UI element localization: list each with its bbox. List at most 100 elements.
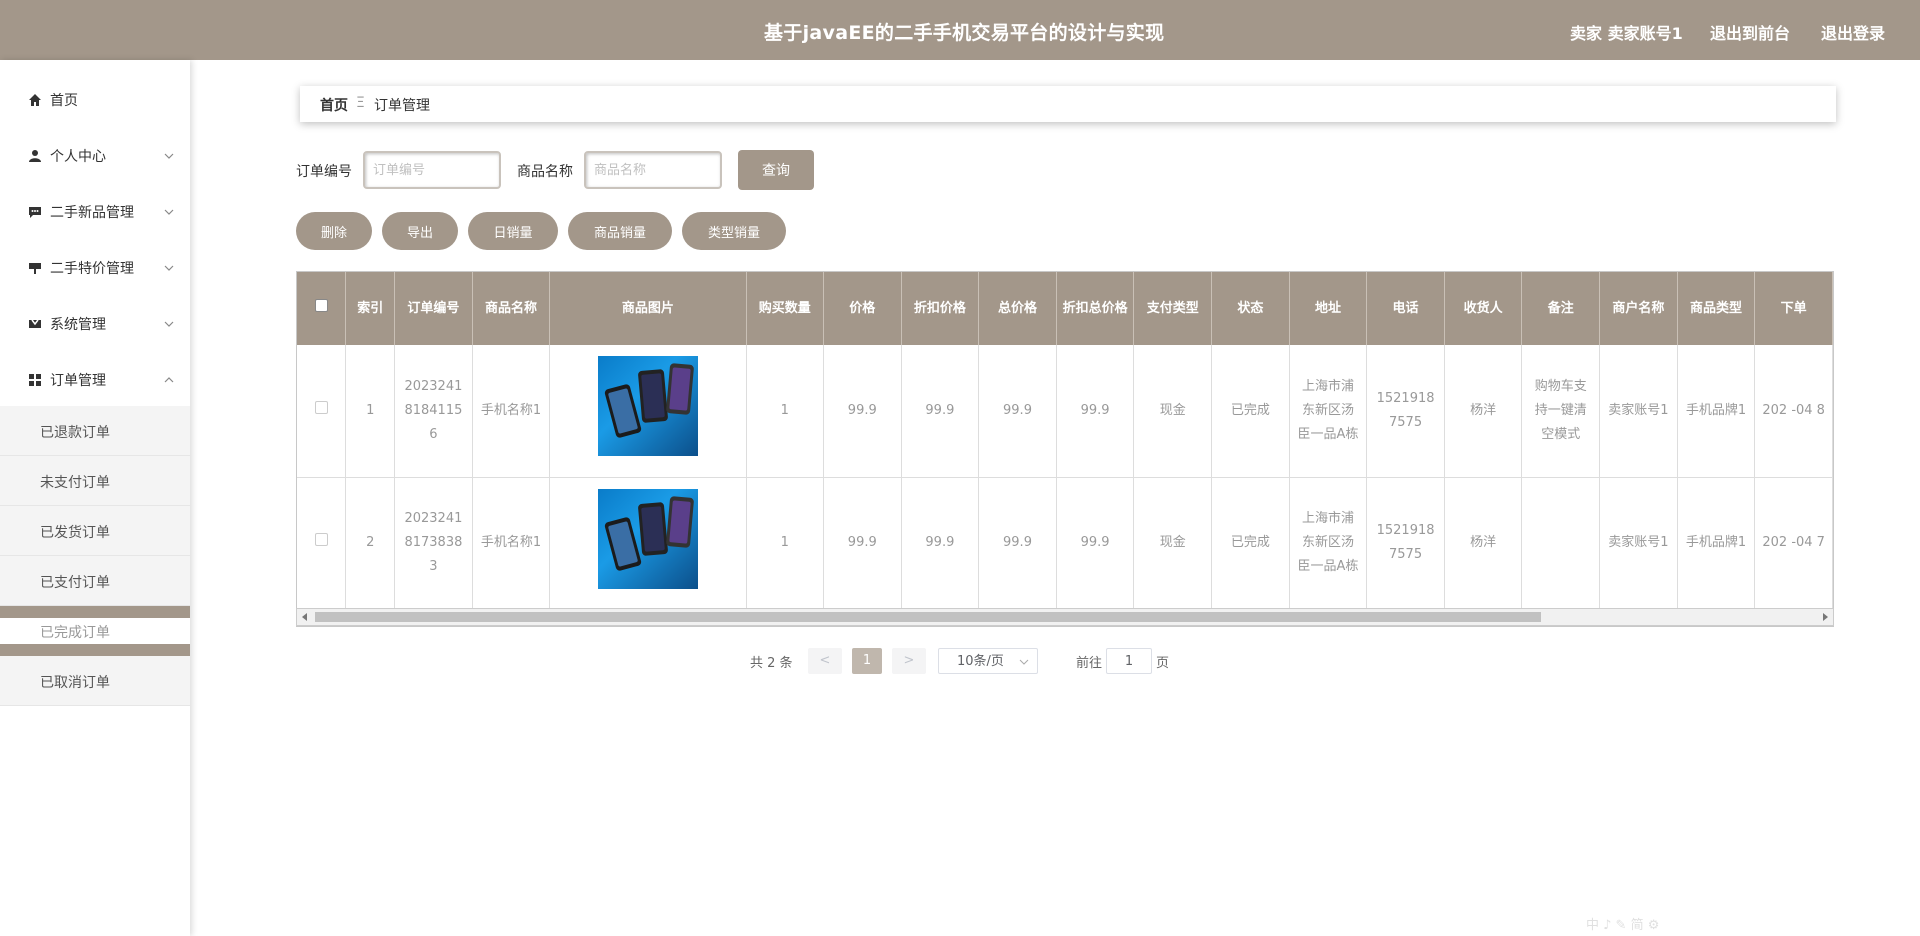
sidebar-item-home[interactable]: 首页 — [0, 72, 190, 128]
sidebar: 首页 个人中心 二手新品管理 二手特价管理 系统管理 订单管理 已退款订单 未支… — [0, 60, 190, 936]
cell-phone: 15219187575 — [1366, 345, 1445, 478]
chat-icon — [29, 207, 41, 218]
sidebar-item-label: 订单管理 — [50, 373, 106, 389]
column-header: 电话 — [1366, 272, 1445, 345]
sidebar-item-new-products[interactable]: 二手新品管理 — [0, 184, 190, 240]
cell-merchant: 卖家账号1 — [1599, 345, 1678, 478]
page-size-value: 10条/页 — [957, 654, 1004, 669]
cell-address: 上海市浦东新区汤臣一品A栋 — [1289, 345, 1368, 478]
chevron-up-icon — [164, 377, 174, 383]
cell-address: 上海市浦东新区汤臣一品A栋 — [1289, 477, 1368, 610]
column-header: 购买数量 — [746, 272, 824, 345]
cell-price: 99.9 — [823, 345, 902, 478]
cell-remark: 购物车支持一键清空模式 — [1521, 345, 1601, 478]
scroll-left-icon[interactable] — [301, 613, 309, 621]
cog-icon — [29, 319, 41, 328]
product-name-label: 商品名称 — [517, 164, 573, 180]
top-header: 基于javaEE的二手手机交易平台的设计与实现 卖家 卖家账号1 退出到前台 退… — [0, 0, 1920, 60]
sub-item-label: 未支付订单 — [40, 475, 110, 491]
column-header: 下单 — [1754, 272, 1833, 345]
sidebar-sub-cancelled[interactable]: 已取消订单 — [0, 656, 190, 706]
chevron-down-icon — [164, 153, 174, 159]
scrollbar-thumb[interactable] — [315, 612, 1541, 622]
app-title: 基于javaEE的二手手机交易平台的设计与实现 — [764, 22, 1165, 44]
sidebar-sub-completed[interactable]: 已完成订单 — [0, 606, 190, 656]
chevron-down-icon — [164, 265, 174, 271]
breadcrumb: 首页 Ξ 订单管理 — [300, 86, 1836, 122]
row-checkbox[interactable] — [314, 533, 328, 546]
cell-price: 99.9 — [823, 477, 902, 610]
cell-product-name: 手机名称1 — [472, 477, 551, 610]
table-row: 1 20232418184115 6 手机名称1 1 99.9 99.9 99.… — [297, 345, 1833, 478]
table-row: 2 20232418173838 3 手机名称1 1 99.9 99.9 99.… — [297, 477, 1833, 610]
chevron-down-icon — [164, 321, 174, 327]
orders-table-wrap: 索引 订单编号 商品名称 商品图片 购买数量 价格 折扣价格 总价格 折扣总价格… — [296, 271, 1834, 627]
breadcrumb-separator: Ξ — [356, 95, 365, 111]
user-icon — [29, 150, 41, 162]
page-1-button[interactable]: 1 — [852, 648, 882, 674]
table-header-row: 索引 订单编号 商品名称 商品图片 购买数量 价格 折扣价格 总价格 折扣总价格… — [297, 272, 1833, 345]
sidebar-item-system[interactable]: 系统管理 — [0, 296, 190, 352]
goto-page-input[interactable]: 1 — [1106, 648, 1152, 674]
sidebar-sub-paid[interactable]: 已支付订单 — [0, 556, 190, 606]
column-header: 价格 — [823, 272, 902, 345]
cell-pay-type: 现金 — [1133, 477, 1213, 610]
logout-link[interactable]: 退出登录 — [1821, 20, 1885, 44]
sidebar-item-label: 二手特价管理 — [50, 261, 134, 277]
sidebar-sub-shipped[interactable]: 已发货订单 — [0, 506, 190, 556]
row-select[interactable] — [297, 477, 347, 610]
sidebar-item-orders[interactable]: 订单管理 — [0, 352, 190, 408]
scroll-right-icon[interactable] — [1821, 613, 1829, 621]
export-button[interactable]: 导出 — [382, 212, 458, 250]
select-all-checkbox[interactable] — [314, 298, 328, 312]
delete-button[interactable]: 删除 — [296, 212, 372, 250]
row-select[interactable] — [297, 345, 347, 478]
page-size-select[interactable]: 10条/页 — [938, 648, 1038, 674]
cell-pay-type: 现金 — [1133, 345, 1213, 478]
daily-sales-button[interactable]: 日销量 — [468, 212, 558, 250]
sidebar-sub-refunded[interactable]: 已退款订单 — [0, 406, 190, 456]
product-name-input[interactable] — [584, 151, 722, 189]
cell-receiver: 杨洋 — [1444, 345, 1523, 478]
cell-index: 1 — [345, 345, 396, 478]
column-header: 备注 — [1521, 272, 1601, 345]
order-no-label: 订单编号 — [296, 164, 352, 180]
sidebar-item-label: 二手新品管理 — [50, 205, 134, 221]
cell-product-name: 手机名称1 — [472, 345, 551, 478]
breadcrumb-home[interactable]: 首页 — [320, 95, 348, 115]
breadcrumb-current: 订单管理 — [374, 98, 430, 114]
next-page-button[interactable]: > — [892, 648, 926, 674]
sidebar-sub-unpaid[interactable]: 未支付订单 — [0, 456, 190, 506]
query-button[interactable]: 查询 — [738, 150, 814, 190]
cell-discount-price: 99.9 — [901, 477, 980, 610]
chevron-down-icon — [164, 209, 174, 215]
order-no-input[interactable] — [363, 151, 501, 189]
type-sales-button[interactable]: 类型销量 — [682, 212, 786, 250]
product-sales-button[interactable]: 商品销量 — [568, 212, 672, 250]
exit-to-front-link[interactable]: 退出到前台 — [1710, 20, 1790, 44]
column-header: 支付类型 — [1133, 272, 1213, 345]
sidebar-item-label: 系统管理 — [50, 317, 106, 333]
cell-phone: 15219187575 — [1366, 477, 1445, 610]
cell-merchant: 卖家账号1 — [1599, 477, 1678, 610]
cell-qty: 1 — [746, 477, 824, 610]
home-icon — [29, 94, 41, 106]
prev-page-button[interactable]: < — [808, 648, 842, 674]
column-header: 总价格 — [978, 272, 1057, 345]
cell-total: 99.9 — [978, 345, 1057, 478]
cell-total: 99.9 — [978, 477, 1057, 610]
column-header: 折扣价格 — [901, 272, 980, 345]
cell-type: 手机品牌1 — [1677, 477, 1756, 610]
cell-product-image — [549, 345, 747, 478]
grid-icon — [29, 374, 41, 386]
column-header: 收货人 — [1444, 272, 1523, 345]
ime-toolbar: 中 ♪ ✎ 简 ⚙ — [1586, 918, 1660, 933]
table-horizontal-scrollbar[interactable] — [296, 608, 1834, 626]
sidebar-item-personal[interactable]: 个人中心 — [0, 128, 190, 184]
header-select-all[interactable] — [297, 272, 347, 345]
goto-label: 前往 — [1076, 656, 1103, 671]
row-checkbox[interactable] — [314, 400, 328, 414]
column-header: 商户名称 — [1599, 272, 1678, 345]
cell-discount-total: 99.9 — [1056, 345, 1135, 478]
sidebar-item-special-price[interactable]: 二手特价管理 — [0, 240, 190, 296]
